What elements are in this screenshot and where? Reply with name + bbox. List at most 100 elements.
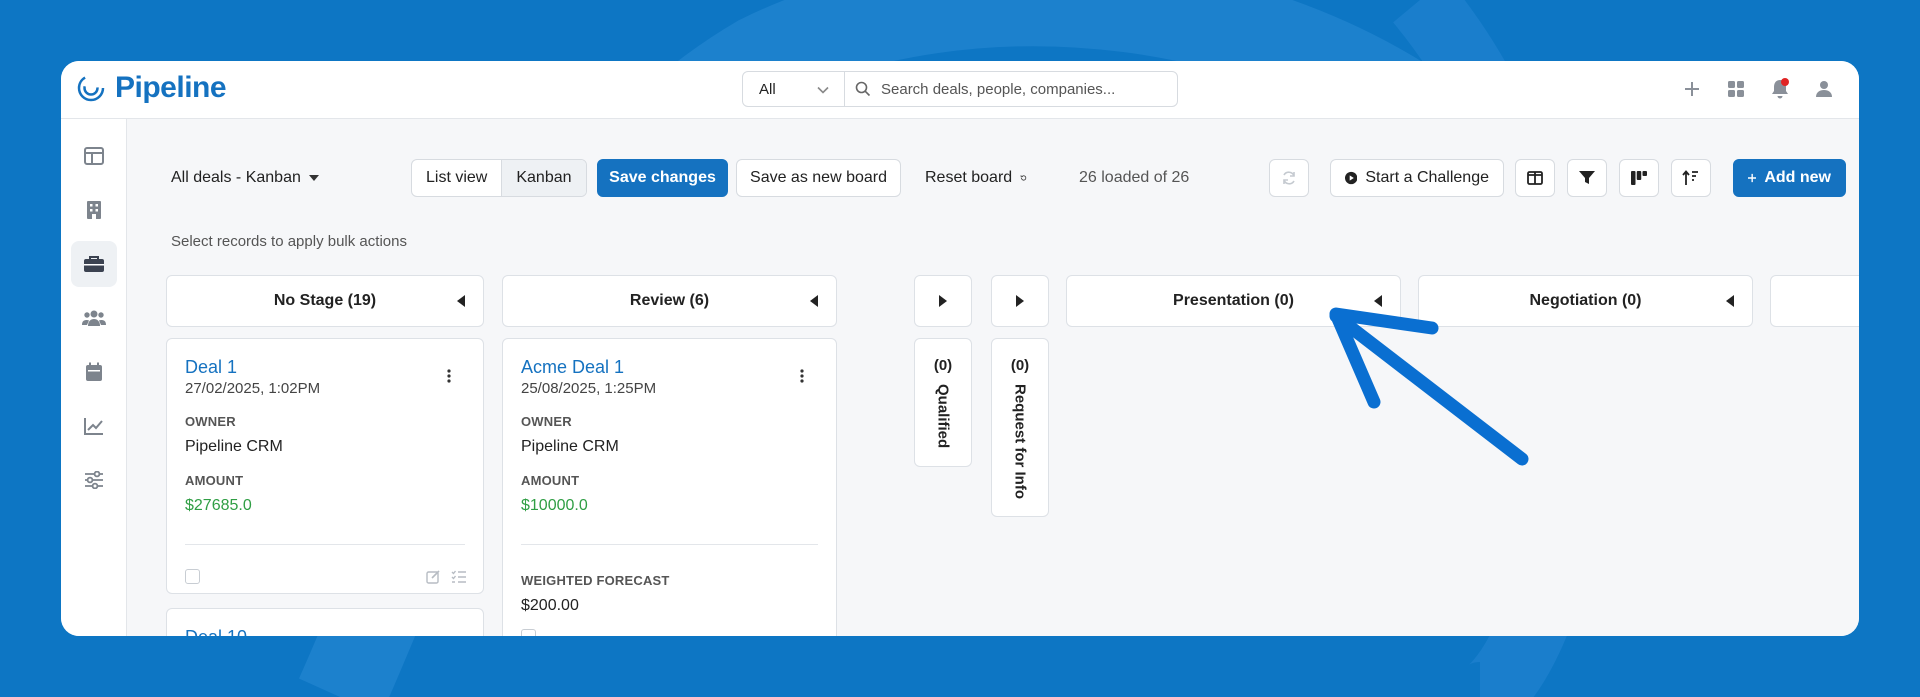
- sidebar-item-people[interactable]: [71, 295, 117, 341]
- logo[interactable]: Pipeline: [75, 71, 227, 105]
- column-header-partial[interactable]: V: [1770, 275, 1859, 327]
- card-menu-icon[interactable]: [447, 369, 451, 383]
- logo-text: Pipeline: [115, 71, 227, 104]
- sidebar-item-reports[interactable]: [71, 403, 117, 449]
- search-scope-select[interactable]: All: [743, 72, 845, 106]
- collapse-left-icon[interactable]: [1374, 295, 1382, 307]
- deal-date: 27/02/2025, 1:02PM: [185, 380, 321, 397]
- top-bar: Pipeline All: [61, 61, 1859, 119]
- kanban-view-button[interactable]: Kanban: [501, 160, 586, 196]
- bell-icon[interactable]: [1769, 78, 1791, 100]
- reload-button[interactable]: [1269, 159, 1309, 197]
- collapsed-label: Request for Info: [1011, 384, 1029, 499]
- deal-card[interactable]: Deal 1 27/02/2025, 1:02PM OWNER Pipeline…: [166, 338, 484, 594]
- sidebar-item-companies[interactable]: [71, 187, 117, 233]
- refresh-icon: [1020, 175, 1027, 181]
- search-icon: [855, 81, 871, 97]
- search-input[interactable]: [845, 72, 1177, 106]
- app-window: Pipeline All Search deals, people, compa…: [61, 61, 1859, 636]
- deal-title-link[interactable]: Deal 10: [185, 627, 247, 636]
- save-changes-button[interactable]: Save changes: [597, 159, 728, 197]
- board-name: All deals - Kanban: [171, 169, 301, 186]
- sort-icon: [1682, 170, 1698, 185]
- apps-grid-icon[interactable]: [1725, 78, 1747, 100]
- board-toolbar: All deals - Kanban List view Kanban Save…: [127, 119, 1859, 219]
- filter-button[interactable]: [1567, 159, 1607, 197]
- columns-button[interactable]: [1515, 159, 1555, 197]
- kanban-settings-button[interactable]: [1619, 159, 1659, 197]
- column-header-review[interactable]: Review (6): [502, 275, 837, 327]
- owner-value: Pipeline CRM: [521, 438, 619, 455]
- amount-value: $27685.0: [185, 497, 252, 514]
- collapsed-count: (0): [933, 357, 953, 374]
- start-challenge-button[interactable]: Start a Challenge: [1330, 159, 1504, 197]
- calendar-icon: [86, 362, 102, 381]
- sidebar-item-deals[interactable]: [71, 241, 117, 287]
- line-chart-icon: [84, 418, 103, 435]
- owner-label: OWNER: [521, 414, 572, 429]
- loaded-count: 26 loaded of 26: [1079, 169, 1190, 186]
- search-scope-value: All: [759, 80, 776, 98]
- board-select[interactable]: All deals - Kanban: [171, 169, 319, 187]
- sort-button[interactable]: [1671, 159, 1711, 197]
- view-toggle: List view Kanban: [411, 159, 587, 197]
- expand-request-info-button[interactable]: [991, 275, 1049, 327]
- columns-icon: [1527, 171, 1543, 185]
- column-header-no-stage[interactable]: No Stage (19): [166, 275, 484, 327]
- collapse-left-icon[interactable]: [1726, 295, 1734, 307]
- select-checkbox[interactable]: [185, 569, 200, 584]
- amount-label: AMOUNT: [521, 473, 580, 488]
- people-icon: [82, 310, 106, 326]
- building-icon: [87, 201, 101, 219]
- task-list-icon[interactable]: [451, 569, 467, 584]
- user-avatar-icon[interactable]: [1813, 78, 1835, 100]
- add-new-button[interactable]: Add new: [1733, 159, 1846, 197]
- column-header-negotiation[interactable]: Negotiation (0): [1418, 275, 1753, 327]
- list-view-button[interactable]: List view: [412, 160, 501, 196]
- expand-right-icon: [939, 295, 947, 307]
- select-checkbox[interactable]: [521, 629, 536, 636]
- collapse-left-icon[interactable]: [457, 295, 465, 307]
- sidebar: [61, 119, 127, 636]
- layout-icon: [84, 147, 104, 165]
- deal-title-link[interactable]: Deal 1: [185, 357, 237, 378]
- bulk-actions-hint: Select records to apply bulk actions: [171, 233, 407, 250]
- forecast-label: WEIGHTED FORECAST: [521, 573, 670, 588]
- sidebar-item-settings[interactable]: [71, 457, 117, 503]
- column-title: Presentation (0): [1173, 292, 1294, 309]
- kanban-icon: [1631, 171, 1647, 185]
- top-actions: [1681, 78, 1835, 100]
- expand-qualified-button[interactable]: [914, 275, 972, 327]
- save-as-new-board-button[interactable]: Save as new board: [736, 159, 901, 197]
- pipeline-logo-icon: [77, 74, 105, 102]
- sidebar-item-dashboard[interactable]: [71, 133, 117, 179]
- card-actions: [426, 569, 467, 584]
- card-menu-icon[interactable]: [800, 369, 804, 383]
- start-challenge-label: Start a Challenge: [1365, 169, 1489, 186]
- plus-icon[interactable]: [1681, 78, 1703, 100]
- deal-title-link[interactable]: Acme Deal 1: [521, 357, 624, 378]
- deal-date: 25/08/2025, 1:25PM: [521, 380, 657, 397]
- edit-icon[interactable]: [426, 569, 441, 584]
- card-divider: [185, 544, 465, 545]
- collapsed-column-request-info[interactable]: (0) Request for Info: [991, 338, 1049, 517]
- amount-label: AMOUNT: [185, 473, 244, 488]
- reset-board-button[interactable]: Reset board: [911, 159, 1041, 197]
- collapsed-count: (0): [1010, 357, 1030, 374]
- column-title: Review (6): [629, 292, 710, 309]
- add-new-label: Add new: [1764, 169, 1831, 186]
- notification-dot: [1781, 78, 1789, 86]
- deal-card[interactable]: Deal 10: [166, 608, 484, 636]
- collapse-left-icon[interactable]: [810, 295, 818, 307]
- reset-board-label: Reset board: [925, 169, 1013, 186]
- deal-card[interactable]: Acme Deal 1 25/08/2025, 1:25PM OWNER Pip…: [502, 338, 837, 636]
- sidebar-item-calendar[interactable]: [71, 349, 117, 395]
- sliders-icon: [85, 471, 103, 489]
- column-title: No Stage (19): [273, 292, 377, 309]
- reload-icon: [1283, 171, 1295, 185]
- caret-down-icon: [308, 175, 319, 181]
- search-bar: All: [742, 71, 1178, 107]
- column-header-presentation[interactable]: Presentation (0): [1066, 275, 1401, 327]
- collapsed-column-qualified[interactable]: (0) Qualified: [914, 338, 972, 467]
- collapsed-label: Qualified: [934, 384, 952, 449]
